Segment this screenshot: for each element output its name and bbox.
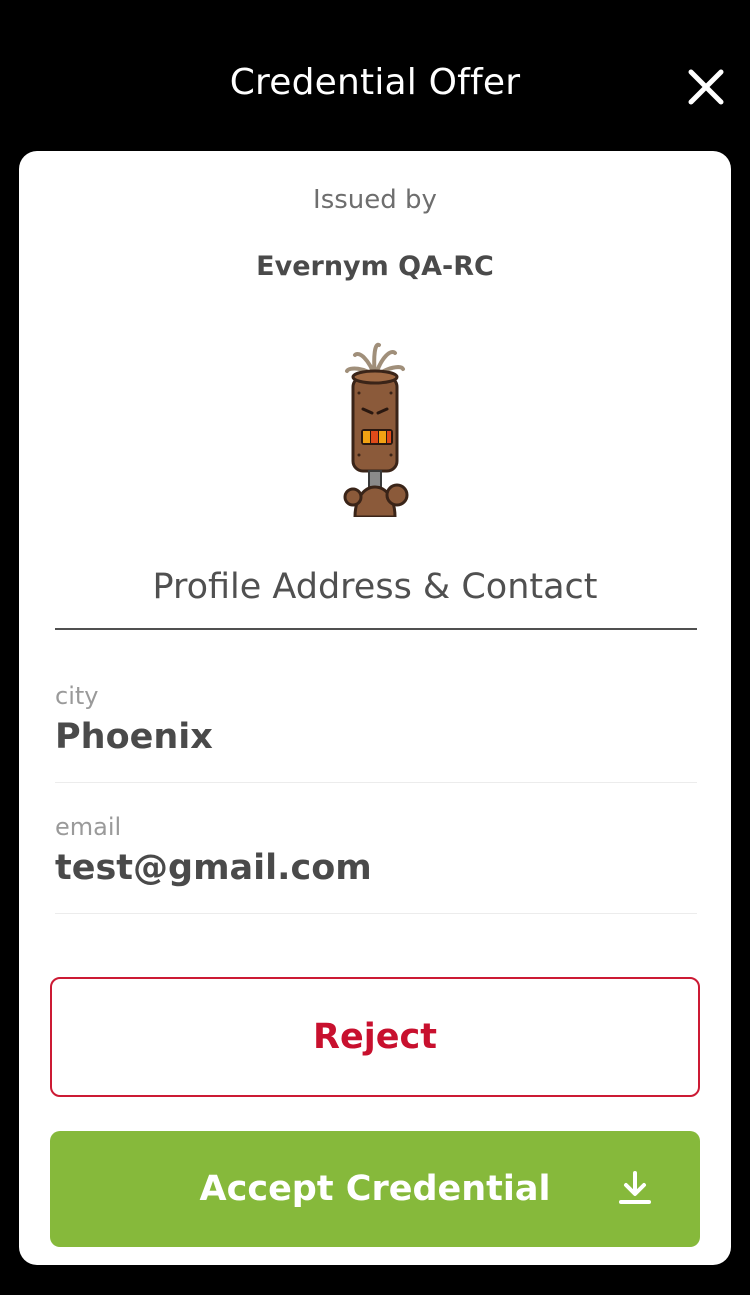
accept-credential-button[interactable]: Accept Credential xyxy=(50,1131,700,1247)
reject-button[interactable]: Reject xyxy=(50,977,700,1097)
close-button[interactable] xyxy=(682,63,730,111)
credential-offer-card: Issued by Evernym QA-RC Profile Address … xyxy=(19,151,731,1265)
issuer-avatar xyxy=(325,337,425,519)
issuer-name: Evernym QA-RC xyxy=(256,251,494,282)
robot-avatar-icon xyxy=(343,342,409,519)
attribute-city: city Phoenix xyxy=(55,681,697,783)
credential-title: Profile Address & Contact xyxy=(152,567,598,607)
issued-by-label: Issued by xyxy=(313,185,437,215)
attribute-value: Phoenix xyxy=(55,717,213,757)
attribute-value: test@gmail.com xyxy=(55,848,372,888)
page-title: Credential Offer xyxy=(229,62,521,103)
close-icon xyxy=(688,69,724,105)
attribute-label: email xyxy=(55,813,122,841)
accept-button-label: Accept Credential xyxy=(199,1169,551,1209)
attribute-label: city xyxy=(55,682,99,710)
title-divider xyxy=(55,628,697,630)
reject-button-label: Reject xyxy=(313,1017,437,1057)
header: Credential Offer xyxy=(0,0,750,150)
download-icon xyxy=(619,1171,651,1204)
attribute-email: email test@gmail.com xyxy=(55,812,697,914)
